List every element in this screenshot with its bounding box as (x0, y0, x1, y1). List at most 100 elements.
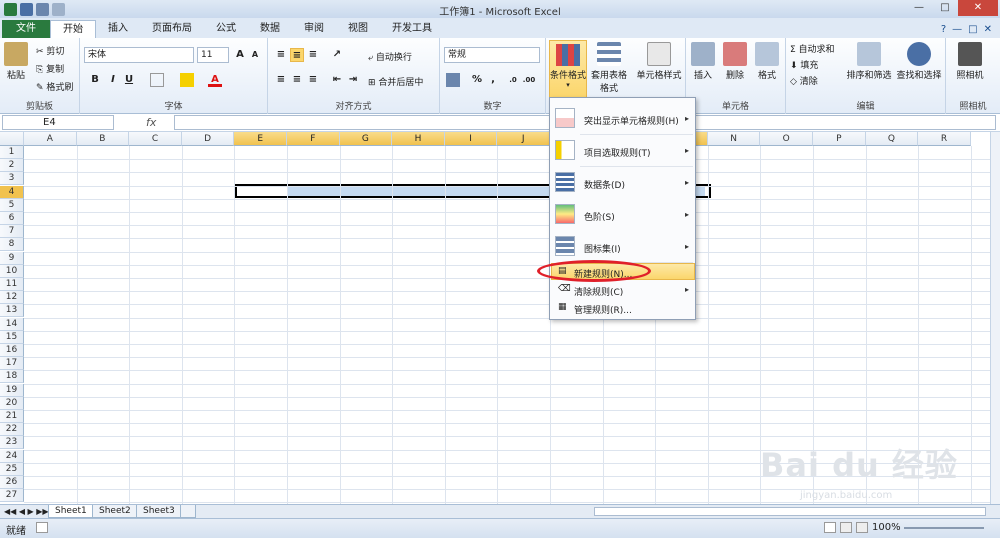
align-bottom-icon[interactable]: ≡ (306, 48, 320, 62)
vertical-scrollbar[interactable] (990, 132, 1000, 504)
percent-button[interactable]: % (470, 73, 484, 87)
menu-color-scales[interactable]: 色阶(S) ▸ (550, 200, 695, 230)
sheet-nav-icon[interactable]: ◀◀ ◀ ▶ ▶▶ (4, 505, 49, 518)
column-header-p[interactable]: P (813, 132, 866, 146)
camera-button[interactable]: 照相机 (950, 42, 990, 81)
format-painter-button[interactable]: ✎ 格式刷 (36, 80, 73, 93)
row-header-3[interactable]: 3 (0, 172, 24, 186)
column-header-g[interactable]: G (339, 132, 393, 146)
row-header-25[interactable]: 25 (0, 462, 24, 476)
font-size-select[interactable]: 11 (197, 47, 229, 63)
undo-icon[interactable] (36, 2, 49, 16)
row-header-27[interactable]: 27 (0, 489, 24, 503)
row-header-1[interactable]: 1 (0, 146, 24, 159)
wrap-text-button[interactable]: ⤶ 自动换行 (368, 50, 412, 63)
row-header-10[interactable]: 10 (0, 264, 24, 278)
copy-button[interactable]: ⎘ 复制 (36, 62, 64, 75)
fill-color-icon[interactable] (180, 73, 194, 87)
tab-insert[interactable]: 插入 (96, 20, 140, 38)
tab-view[interactable]: 视图 (336, 20, 380, 38)
fill-button[interactable]: ⬇ 填充 (790, 58, 818, 71)
number-format-select[interactable]: 常规 (444, 47, 540, 63)
insert-cells-button[interactable]: 插入 (688, 42, 718, 81)
tab-review[interactable]: 审阅 (292, 20, 336, 38)
delete-cells-button[interactable]: 删除 (720, 42, 750, 81)
align-right-icon[interactable]: ≡ (306, 73, 320, 87)
row-header-5[interactable]: 5 (0, 198, 24, 212)
normal-view-icon[interactable] (824, 522, 836, 533)
save-icon[interactable] (20, 2, 33, 16)
insert-sheet-icon[interactable] (180, 505, 196, 518)
column-header-o[interactable]: O (760, 132, 813, 146)
sheet-tab-2[interactable]: Sheet2 (92, 505, 138, 518)
row-header-22[interactable]: 22 (0, 423, 24, 437)
row-header-21[interactable]: 21 (0, 410, 24, 423)
horizontal-scrollbar[interactable] (594, 507, 986, 516)
border-icon[interactable] (150, 73, 164, 87)
menu-manage-rules[interactable]: ▦ 管理规则(R)... (550, 300, 695, 317)
row-header-11[interactable]: 11 (0, 278, 24, 291)
fx-icon[interactable]: fx (146, 116, 156, 129)
column-header-e[interactable]: E (234, 132, 287, 146)
menu-new-rule[interactable]: ▤ 新建规则(N)... (550, 264, 695, 281)
tab-data[interactable]: 数据 (248, 20, 292, 38)
row-header-20[interactable]: 20 (0, 396, 24, 410)
row-header-2[interactable]: 2 (0, 159, 24, 173)
indent-increase-icon[interactable]: ⇥ (346, 73, 360, 87)
align-center-icon[interactable]: ≡ (290, 73, 304, 87)
menu-clear-rules[interactable]: ⌫ 清除规则(C) ▸ (550, 282, 695, 299)
cell-styles-button[interactable]: 单元格样式 (634, 42, 684, 81)
sheet-tab-1[interactable]: Sheet1 (48, 505, 94, 518)
zoom-level[interactable]: 100% (872, 522, 901, 533)
row-header-14[interactable]: 14 (0, 317, 24, 331)
menu-highlight-cells-rules[interactable]: 突出显示单元格规则(H) ▸ (550, 104, 695, 134)
select-all-corner[interactable] (0, 132, 24, 146)
paste-button[interactable]: 粘贴 (4, 42, 28, 81)
redo-icon[interactable] (52, 2, 65, 16)
menu-data-bars[interactable]: 数据条(D) ▸ (550, 168, 695, 198)
conditional-formatting-button[interactable]: 条件格式 ▾ (549, 40, 587, 98)
align-left-icon[interactable]: ≡ (274, 73, 288, 87)
sort-filter-button[interactable]: 排序和筛选 (846, 42, 892, 81)
decrease-decimal-icon[interactable]: .00 (522, 73, 536, 87)
close-button[interactable]: ✕ (958, 0, 998, 16)
row-header-6[interactable]: 6 (0, 212, 24, 225)
tab-page-layout[interactable]: 页面布局 (140, 20, 204, 38)
page-break-view-icon[interactable] (856, 522, 868, 533)
italic-button[interactable]: I (106, 73, 120, 87)
find-select-button[interactable]: 查找和选择 (894, 42, 944, 81)
indent-decrease-icon[interactable]: ⇤ (330, 73, 344, 87)
format-as-table-button[interactable]: 套用表格格式 (587, 42, 631, 94)
column-header-d[interactable]: D (181, 132, 235, 146)
orientation-icon[interactable]: ↗ (330, 48, 344, 62)
row-header-8[interactable]: 8 (0, 238, 24, 252)
column-header-c[interactable]: C (129, 132, 182, 146)
row-header-19[interactable]: 19 (0, 383, 24, 397)
row-header-13[interactable]: 13 (0, 304, 24, 318)
menu-icon-sets[interactable]: 图标集(I) ▸ (550, 232, 695, 262)
minimize-button[interactable]: — (906, 0, 932, 16)
underline-button[interactable]: U (122, 73, 136, 87)
column-header-a[interactable]: A (24, 132, 77, 146)
tab-formulas[interactable]: 公式 (204, 20, 248, 38)
zoom-slider[interactable] (904, 527, 984, 529)
tab-home[interactable]: 开始 (50, 20, 96, 38)
accounting-icon[interactable] (446, 73, 460, 87)
row-header-24[interactable]: 24 (0, 449, 24, 463)
row-header-17[interactable]: 17 (0, 357, 24, 371)
shrink-font-button[interactable]: A (248, 48, 262, 62)
help-icon[interactable]: ? (941, 24, 946, 35)
align-middle-icon[interactable]: ≡ (290, 48, 304, 62)
bold-button[interactable]: B (88, 73, 102, 87)
font-name-select[interactable]: 宋体 (84, 47, 194, 63)
column-header-q[interactable]: Q (865, 132, 919, 146)
tab-file[interactable]: 文件 (2, 20, 50, 38)
clear-button[interactable]: ◇ 清除 (790, 74, 818, 87)
align-top-icon[interactable]: ≡ (274, 48, 288, 62)
column-header-j[interactable]: J (497, 132, 550, 146)
column-header-i[interactable]: I (444, 132, 498, 146)
row-header-26[interactable]: 26 (0, 476, 24, 489)
autosum-button[interactable]: Σ 自动求和 (790, 42, 835, 55)
column-header-b[interactable]: B (76, 132, 130, 146)
row-header-23[interactable]: 23 (0, 436, 24, 450)
